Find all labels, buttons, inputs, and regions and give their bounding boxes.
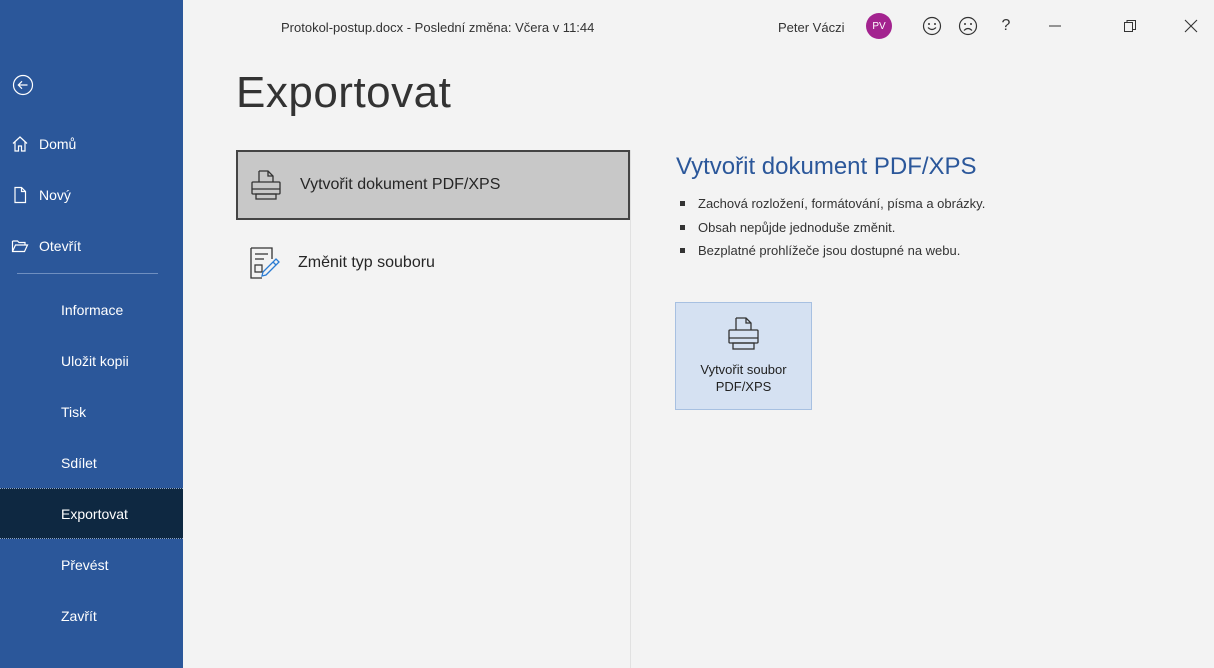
minimize-button[interactable]	[1040, 11, 1070, 41]
close-window-button[interactable]	[1176, 11, 1206, 41]
pdf-document-icon	[246, 165, 286, 205]
detail-bullet: Zachová rozložení, formátování, písma a …	[680, 192, 985, 216]
sidebar-item-new[interactable]: Nový	[0, 169, 183, 220]
sidebar-item-home[interactable]: Domů	[0, 118, 183, 169]
restore-button[interactable]	[1115, 11, 1145, 41]
sidebar-divider	[17, 273, 158, 274]
export-option-create-pdf[interactable]: Vytvořit dokument PDF/XPS	[236, 150, 630, 220]
sidebar-item-print[interactable]: Tisk	[0, 386, 183, 437]
sidebar-item-close[interactable]: Zavřít	[0, 590, 183, 641]
sidebar-item-label: Otevřít	[39, 237, 82, 254]
sidebar-item-label: Nový	[39, 186, 71, 203]
frown-feedback-button[interactable]	[953, 11, 983, 41]
sidebar-item-info[interactable]: Informace	[0, 284, 183, 335]
minimize-icon	[1049, 25, 1061, 27]
back-button[interactable]	[8, 70, 38, 100]
avatar-initials: PV	[872, 20, 886, 32]
detail-bullet-list: Zachová rozložení, formátování, písma a …	[680, 192, 985, 263]
smile-feedback-button[interactable]	[917, 11, 947, 41]
sidebar-item-save-copy[interactable]: Uložit kopii	[0, 335, 183, 386]
document-title: Protokol-postup.docx - Poslední změna: V…	[281, 20, 595, 35]
detail-bullet: Bezplatné prohlížeče jsou dostupné na we…	[680, 239, 985, 263]
sidebar-item-share[interactable]: Sdílet	[0, 437, 183, 488]
export-option-change-file-type[interactable]: Změnit typ souboru	[236, 228, 630, 298]
printer-pdf-icon	[728, 317, 759, 350]
home-icon	[9, 133, 31, 155]
page-title: Exportovat	[236, 68, 452, 117]
bullet-square-icon	[680, 224, 685, 230]
detail-bullet: Obsah nepůjde jednoduše změnit.	[680, 216, 985, 240]
frown-icon	[958, 16, 978, 36]
sidebar-item-label: Domů	[39, 135, 77, 152]
create-pdf-xps-button[interactable]: Vytvořit soubor PDF/XPS	[675, 302, 812, 410]
change-file-type-icon	[244, 243, 284, 283]
bullet-square-icon	[680, 201, 685, 207]
backstage-sidebar: Domů Nový Otevřít Informace Uložit kopii…	[0, 0, 183, 668]
title-bar: Protokol-postup.docx - Poslední změna: V…	[183, 0, 1214, 54]
detail-title: Vytvořit dokument PDF/XPS	[676, 153, 977, 180]
sidebar-item-open[interactable]: Otevřít	[0, 220, 183, 271]
smile-icon	[922, 16, 942, 36]
restore-icon	[1124, 20, 1136, 32]
bullet-square-icon	[680, 248, 685, 254]
help-button[interactable]: ?	[991, 11, 1021, 41]
create-pdf-button-label: Vytvořit soubor PDF/XPS	[700, 362, 787, 394]
back-arrow-icon	[12, 74, 34, 96]
help-icon: ?	[1001, 17, 1011, 34]
open-folder-icon	[9, 235, 31, 257]
export-option-label: Vytvořit dokument PDF/XPS	[300, 176, 501, 193]
sidebar-item-export[interactable]: Exportovat	[0, 488, 183, 539]
new-document-icon	[9, 184, 31, 206]
panel-divider	[630, 150, 631, 668]
user-name[interactable]: Peter Váczi	[778, 20, 844, 35]
sidebar-item-transform[interactable]: Převést	[0, 539, 183, 590]
close-icon	[1184, 19, 1198, 33]
avatar[interactable]: PV	[866, 13, 892, 39]
export-option-label: Změnit typ souboru	[298, 254, 435, 271]
